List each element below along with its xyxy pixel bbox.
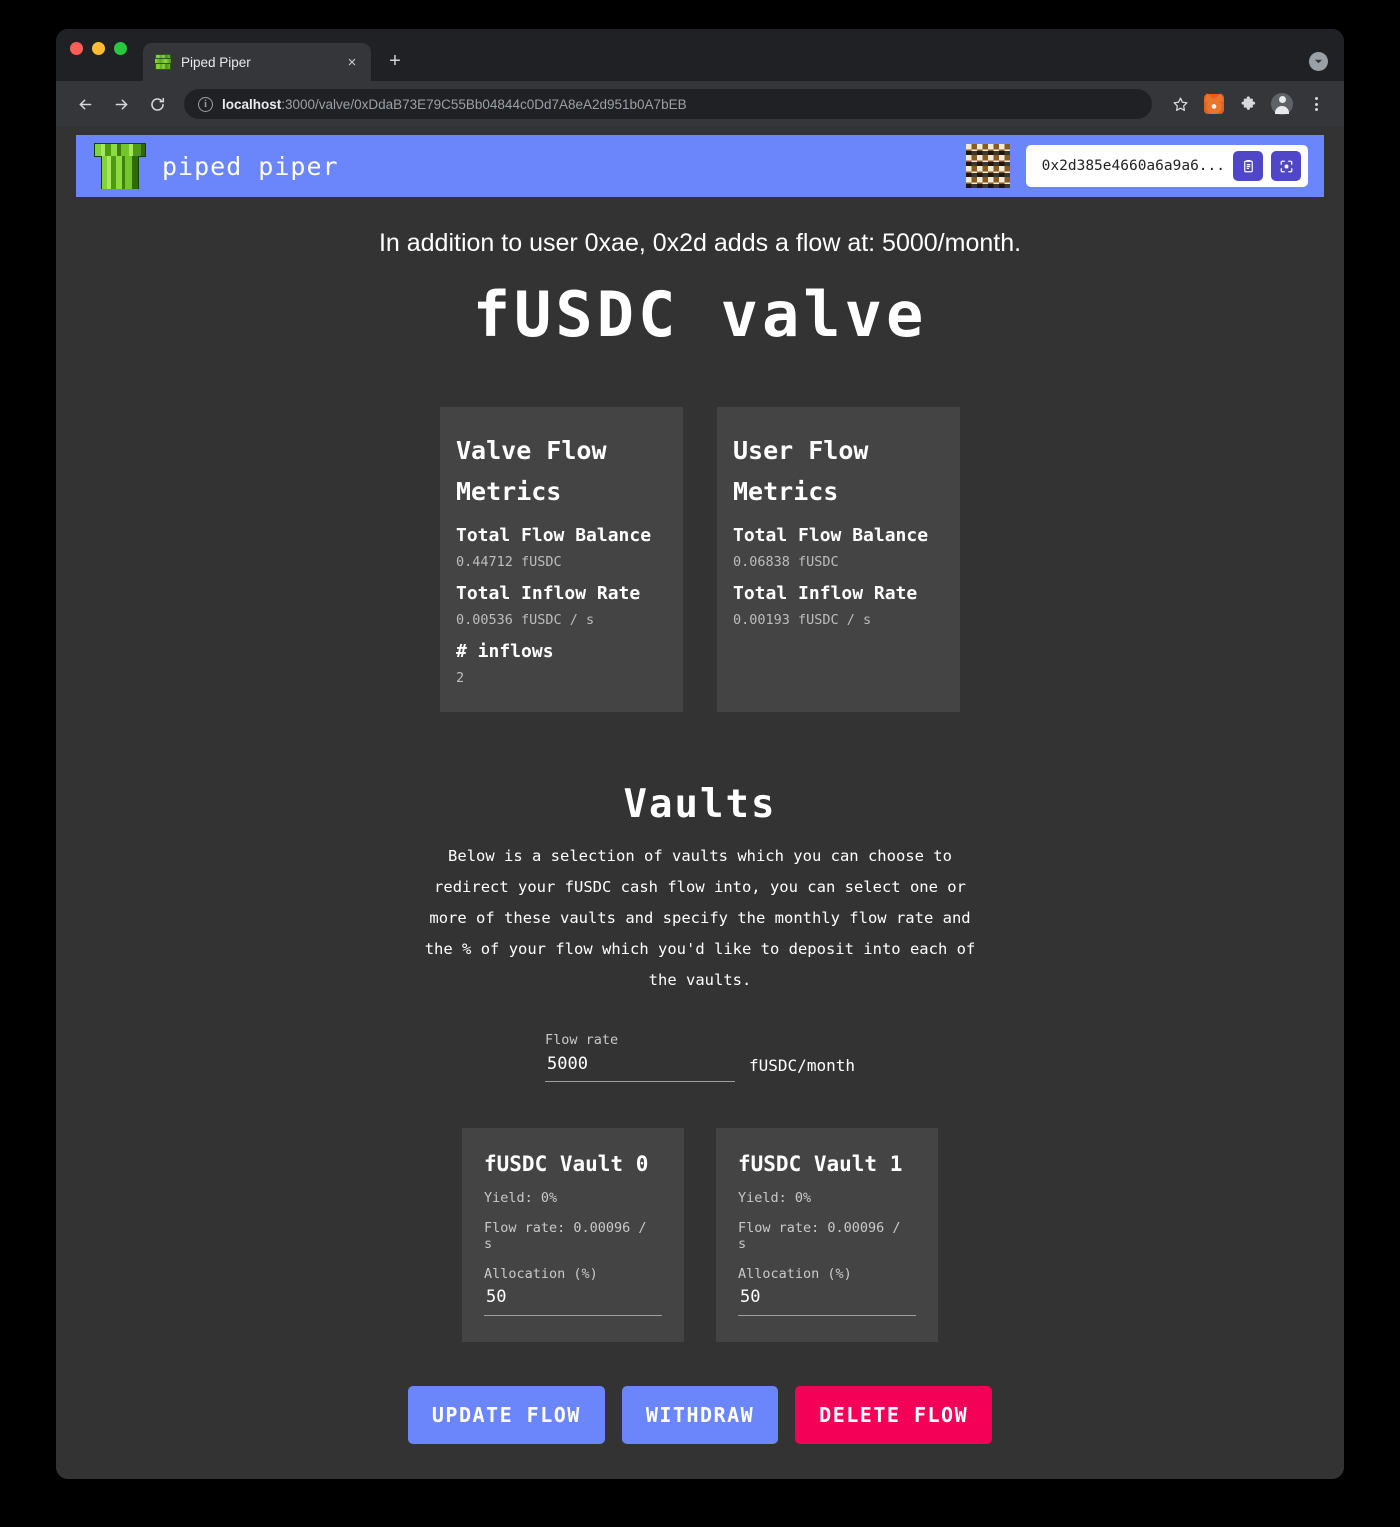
flow-notice: In addition to user 0xae, 0x2d adds a fl… xyxy=(378,229,1022,257)
page-content: In addition to user 0xae, 0x2d adds a fl… xyxy=(56,229,1344,1444)
flow-rate-field: Flow rate xyxy=(545,1032,736,1082)
flow-rate-label: Flow rate xyxy=(545,1032,619,1048)
vault-allocation-input[interactable] xyxy=(484,1282,662,1316)
flow-rate-unit: fUSDC/month xyxy=(749,1056,855,1075)
vault-allocation-input[interactable] xyxy=(738,1282,916,1316)
vault-name: fUSDC Vault 1 xyxy=(738,1152,903,1176)
card-title: User Flow Metrics xyxy=(733,436,869,506)
wallet-identicon xyxy=(965,144,1010,188)
site-info-icon[interactable]: i xyxy=(198,96,213,112)
clipboard-icon[interactable] xyxy=(1233,151,1263,181)
profile-avatar-icon[interactable] xyxy=(1268,90,1296,118)
chevron-down-icon[interactable] xyxy=(1309,52,1328,71)
metric-label: Total Inflow Rate xyxy=(733,583,918,604)
vaults-description: Below is a selection of vaults which you… xyxy=(424,847,976,989)
card-title: Valve Flow Metrics xyxy=(456,436,607,506)
metric-label: Total Flow Balance xyxy=(733,525,929,546)
page-title: fUSDC valve xyxy=(472,278,928,351)
extensions-puzzle-icon[interactable] xyxy=(1234,90,1262,118)
update-flow-button[interactable]: UPDATE FLOW xyxy=(407,1386,605,1444)
browser-tab[interactable]: Piped Piper × xyxy=(143,43,371,81)
vault-flow-rate: Flow rate: 0.00096 / s xyxy=(738,1220,901,1252)
window-traffic-lights xyxy=(70,29,127,81)
metric-label: Total Flow Balance xyxy=(456,525,652,546)
vault-name: fUSDC Vault 0 xyxy=(484,1152,649,1176)
brand-name[interactable]: piped piper xyxy=(162,152,339,181)
forward-arrow-icon[interactable] xyxy=(106,89,136,119)
browser-toolbar: i localhost:3000/valve/0xDdaB73E79C55Bb0… xyxy=(56,81,1344,127)
flow-rate-input[interactable] xyxy=(545,1054,736,1082)
metamask-fox-icon[interactable] xyxy=(1200,90,1228,118)
vault-card-0[interactable]: fUSDC Vault 0 Yield: 0% Flow rate: 0.000… xyxy=(462,1128,684,1342)
url-text: localhost:3000/valve/0xDdaB73E79C55Bb048… xyxy=(222,97,687,112)
mario-pipe-logo xyxy=(94,143,146,189)
metric-value: 0.06838 fUSDC xyxy=(733,554,839,570)
tabstrip-right-controls xyxy=(1309,52,1328,71)
metric-value: 0.00536 fUSDC / s xyxy=(456,612,595,628)
metric-label: # inflows xyxy=(456,641,554,662)
vaults-heading: Vaults xyxy=(623,782,777,827)
qr-scan-icon[interactable] xyxy=(1271,151,1301,181)
vault-card-1[interactable]: fUSDC Vault 1 Yield: 0% Flow rate: 0.000… xyxy=(716,1128,938,1342)
metric-value: 0.00193 fUSDC / s xyxy=(733,612,872,628)
app-header: piped piper 0x2d385e4660a6a9a6... xyxy=(76,135,1324,197)
metric-label: Total Inflow Rate xyxy=(456,583,641,604)
delete-flow-button[interactable]: DELETE FLOW xyxy=(795,1386,993,1444)
page-viewport: piped piper 0x2d385e4660a6a9a6... In add… xyxy=(56,127,1344,1479)
green-pipe-favicon xyxy=(155,54,171,70)
wallet-address-box[interactable]: 0x2d385e4660a6a9a6... xyxy=(1025,145,1308,187)
withdraw-button[interactable]: WITHDRAW xyxy=(621,1386,779,1444)
wallet-address: 0x2d385e4660a6a9a6... xyxy=(1041,158,1225,174)
flow-rate-section: Flow rate fUSDC/month xyxy=(76,1032,1324,1082)
new-tab-button[interactable]: + xyxy=(380,46,410,76)
minimize-window-button[interactable] xyxy=(92,41,105,55)
bookmark-star-icon[interactable] xyxy=(1166,90,1194,118)
metrics-row: Valve Flow Metrics Total Flow Balance 0.… xyxy=(76,407,1324,712)
address-bar[interactable]: i localhost:3000/valve/0xDdaB73E79C55Bb0… xyxy=(184,89,1152,119)
reload-icon[interactable] xyxy=(142,89,172,119)
maximize-window-button[interactable] xyxy=(114,41,127,55)
vault-flow-rate: Flow rate: 0.00096 / s xyxy=(484,1220,647,1252)
tab-title: Piped Piper xyxy=(181,54,251,70)
vault-allocation-label: Allocation (%) xyxy=(484,1266,598,1282)
browser-window: Piped Piper × + i localhost:3000/valve/0… xyxy=(56,29,1344,1479)
url-host: localhost xyxy=(222,96,282,112)
vault-cards-row: fUSDC Vault 0 Yield: 0% Flow rate: 0.000… xyxy=(76,1128,1324,1342)
valve-flow-metrics-card: Valve Flow Metrics Total Flow Balance 0.… xyxy=(440,407,683,712)
browser-menu-icon[interactable] xyxy=(1302,90,1330,118)
action-buttons-row: UPDATE FLOW WITHDRAW DELETE FLOW xyxy=(76,1386,1324,1444)
vault-yield: Yield: 0% xyxy=(738,1190,812,1206)
close-window-button[interactable] xyxy=(70,41,83,55)
close-icon[interactable]: × xyxy=(343,53,361,71)
url-path: :3000/valve/0xDdaB73E79C55Bb04844c0Dd7A8… xyxy=(281,96,687,112)
back-arrow-icon[interactable] xyxy=(70,89,100,119)
vault-yield: Yield: 0% xyxy=(484,1190,558,1206)
metric-value: 2 xyxy=(456,670,465,686)
metric-value: 0.44712 fUSDC xyxy=(456,554,562,570)
vault-allocation-label: Allocation (%) xyxy=(738,1266,852,1282)
user-flow-metrics-card: User Flow Metrics Total Flow Balance 0.0… xyxy=(717,407,960,712)
browser-tabstrip: Piped Piper × + xyxy=(56,29,1344,81)
